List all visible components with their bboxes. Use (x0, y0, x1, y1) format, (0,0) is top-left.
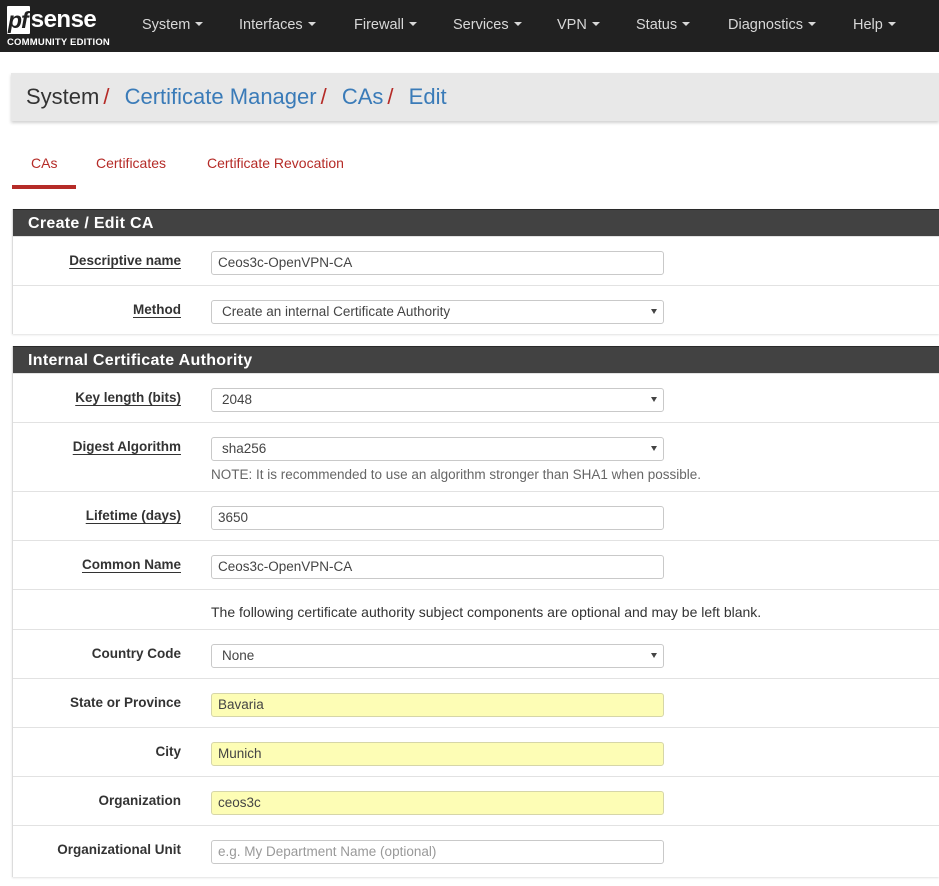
key-length-label: Key length (bits) (75, 390, 181, 405)
form-row-city: City Munich (13, 727, 939, 776)
descriptive-name-label: Descriptive name (69, 253, 181, 268)
dropdown-arrow-icon (651, 653, 657, 658)
city-input[interactable]: Munich (211, 742, 664, 766)
chevron-down-icon (307, 22, 316, 27)
chevron-down-icon (513, 22, 522, 27)
nav-vpn[interactable]: VPN (557, 0, 600, 52)
lifetime-input[interactable]: 3650 (211, 506, 664, 530)
digest-algorithm-label: Digest Algorithm (72, 439, 181, 454)
dropdown-arrow-icon (651, 397, 657, 402)
chevron-down-icon (887, 22, 896, 27)
form-row-organization: Organization ceos3c (13, 776, 939, 825)
city-label: City (155, 744, 181, 759)
breadcrumb: System / Certificate Manager / CAs / Edit (11, 73, 939, 121)
chevron-down-icon (591, 22, 600, 27)
top-navbar: pf sense COMMUNITY EDITION System Interf… (0, 0, 939, 52)
logo-pf-mark: pf (7, 6, 30, 34)
form-row-lifetime: Lifetime (days) 3650 (13, 491, 939, 540)
form-row-key-length: Key length (bits) 2048 (13, 373, 939, 422)
chevron-down-icon (807, 22, 816, 27)
common-name-label: Common Name (81, 557, 181, 572)
chevron-down-icon (682, 22, 691, 27)
tab-bar: CAs Certificates Certificate Revocation (12, 145, 939, 189)
organization-label: Organization (98, 793, 181, 808)
form-row-state: State or Province Bavaria (13, 678, 939, 727)
org-unit-label: Organizational Unit (57, 842, 181, 857)
country-code-select[interactable]: None (211, 644, 664, 668)
logo-sense-text: sense (30, 6, 97, 33)
breadcrumb-separator: / (387, 84, 394, 109)
internal-ca-panel: Internal Certificate Authority Key lengt… (12, 346, 939, 877)
tab-cas[interactable]: CAs (12, 145, 77, 189)
digest-algorithm-note: NOTE: It is recommended to use an algori… (211, 467, 701, 482)
state-input[interactable]: Bavaria (211, 693, 664, 717)
chevron-down-icon (195, 22, 204, 27)
nav-status[interactable]: Status (636, 0, 691, 52)
breadcrumb-separator: / (103, 84, 110, 109)
lifetime-label: Lifetime (days) (85, 508, 181, 523)
nav-firewall[interactable]: Firewall (354, 0, 417, 52)
form-row-common-name: Common Name Ceos3c-OpenVPN-CA (13, 540, 939, 589)
descriptive-name-input[interactable]: Ceos3c-OpenVPN-CA (211, 251, 664, 275)
key-length-select[interactable]: 2048 (211, 388, 664, 412)
nav-interfaces[interactable]: Interfaces (239, 0, 316, 52)
tab-certificates[interactable]: Certificates (77, 145, 185, 189)
nav-services[interactable]: Services (453, 0, 522, 52)
breadcrumb-cas[interactable]: CAs (342, 84, 384, 109)
form-row-country-code: Country Code None (13, 629, 939, 678)
create-edit-ca-panel: Create / Edit CA Descriptive name Ceos3c… (12, 209, 939, 334)
breadcrumb-separator: / (320, 84, 327, 109)
digest-algorithm-select[interactable]: sha256 (211, 437, 664, 461)
form-row-method: Method Create an internal Certificate Au… (13, 285, 939, 334)
nav-system[interactable]: System (142, 0, 204, 52)
organization-input[interactable]: ceos3c (211, 791, 664, 815)
tab-certificate-revocation[interactable]: Certificate Revocation (188, 145, 363, 189)
form-row-descriptive-name: Descriptive name Ceos3c-OpenVPN-CA (13, 236, 939, 285)
panel-title: Create / Edit CA (13, 209, 939, 236)
chevron-down-icon (408, 22, 417, 27)
method-select[interactable]: Create an internal Certificate Authority (211, 300, 664, 324)
breadcrumb-certificate-manager[interactable]: Certificate Manager (125, 84, 317, 109)
form-row-optional-note: The following certificate authority subj… (13, 589, 939, 629)
panel-title: Internal Certificate Authority (13, 346, 939, 373)
dropdown-arrow-icon (651, 309, 657, 314)
org-unit-input[interactable]: e.g. My Department Name (optional) (211, 840, 664, 864)
nav-diagnostics[interactable]: Diagnostics (728, 0, 816, 52)
breadcrumb-system: System (26, 84, 100, 109)
logo-edition-text: COMMUNITY EDITION (7, 37, 110, 48)
breadcrumb-edit[interactable]: Edit (409, 84, 447, 109)
method-label: Method (133, 302, 181, 317)
state-label: State or Province (69, 695, 181, 710)
optional-components-note: The following certificate authority subj… (211, 604, 762, 620)
form-row-org-unit: Organizational Unit e.g. My Department N… (13, 825, 939, 877)
nav-help[interactable]: Help (853, 0, 896, 52)
common-name-input[interactable]: Ceos3c-OpenVPN-CA (211, 555, 664, 579)
country-code-label: Country Code (91, 646, 181, 661)
form-row-digest-algorithm: Digest Algorithm sha256 NOTE: It is reco… (13, 422, 939, 491)
dropdown-arrow-icon (651, 446, 657, 451)
pfsense-logo[interactable]: pf sense COMMUNITY EDITION (7, 6, 115, 48)
